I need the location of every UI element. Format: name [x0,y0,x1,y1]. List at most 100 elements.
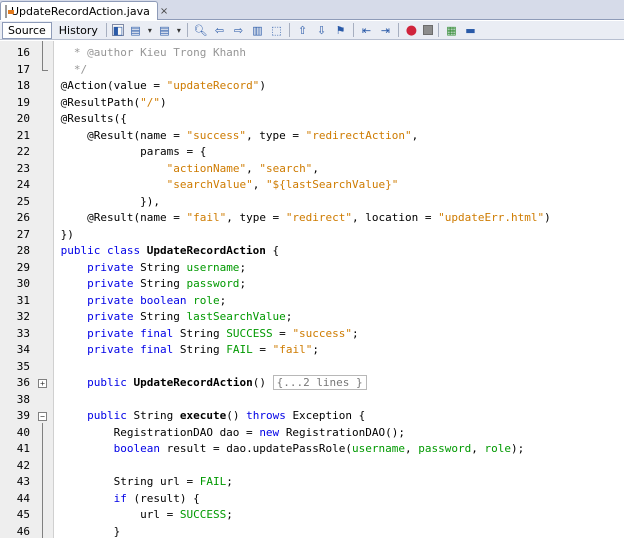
code-token: "success" [292,326,353,340]
line-number: 27 [16,227,30,241]
code-token: , [405,442,419,455]
code-line: RegistrationDAO dao = new RegistrationDA… [54,425,405,442]
code-token: RegistrationDAO(); [285,425,406,439]
toolbar-separator [437,23,439,37]
code-token: ); [511,442,525,455]
line-number: 36 [16,376,30,389]
code-token: = [272,326,293,340]
line-number: 24 [16,178,30,191]
code-token: ; [226,508,233,521]
line-number-gutter: 16 17 18 19 20 21 22 23 24 25 26 27 28 29 30 31 32 33 34 35… [0,41,54,538]
line-number: 19 [16,95,30,109]
next-bookmark-icon[interactable]: ⇩ [314,23,329,38]
last-edit-icon[interactable]: ◧ [111,24,124,37]
code-token: role [484,442,512,455]
code-token: UpdateRecordAction [133,376,253,389]
code-token: username [186,260,240,274]
code-token: SUCCESS [179,508,227,521]
code-token: @Result(name = [54,128,187,142]
code-token: { [265,244,280,257]
code-line: private String lastSearchValue; [54,309,292,326]
code-token: private boolean [54,293,194,307]
code-token: "actionName" [166,161,247,175]
back-dropdown-icon[interactable]: ▾ [146,23,154,38]
code-token: public class [54,244,147,257]
toggle-rectangular-selection-icon[interactable]: ⬚ [269,23,284,38]
back-icon[interactable]: ▤ [128,23,143,38]
collapse-fold-icon[interactable]: − [38,412,47,421]
line-number: 22 [16,145,30,158]
code-token: ; [239,260,247,274]
code-token: () [252,376,273,389]
editor-toolbar: Source History ◧ ▤ ▾ ▤ ▾ 🔍︎ ⇦ ⇨ ▥ ⬚ ⇧ ⇩ … [0,21,624,40]
shift-right-icon[interactable]: ⇥ [378,23,393,38]
line-number: 20 [16,112,30,125]
toolbar-separator [105,23,107,37]
fold-guide-line [42,423,43,538]
line-number: 30 [16,277,30,290]
find-next-icon[interactable]: ⇨ [231,23,246,38]
shift-left-icon[interactable]: ⇤ [359,23,374,38]
code-line: params = { [54,144,206,161]
line-number: 40 [16,425,30,439]
code-token: @Result(name = [54,211,187,224]
line-number: 16 [16,46,30,59]
tab-update-record-action[interactable]: UpdateRecordAction.java × [0,1,168,20]
code-token: , [312,161,319,175]
code-token: private [54,310,141,323]
expand-fold-icon[interactable]: + [38,379,47,388]
code-line: @ResultPath("/") [54,95,167,112]
comment-icon[interactable]: ▦ [444,23,459,38]
code-token: password [418,442,472,455]
code-token: "updateRecord" [166,79,260,92]
collapsed-fold-marker[interactable]: {...2 lines } [272,375,367,390]
code-token: "searchValue" [166,178,253,191]
toggle-bookmark-icon[interactable]: ⚑ [333,23,348,38]
code-line: */ [54,62,87,79]
line-number: 26 [16,211,30,224]
code-token: @Results({ [54,112,127,125]
code-line: }), [54,194,160,211]
uncomment-icon[interactable]: ▬ [463,23,478,38]
toggle-highlight-icon[interactable]: ▥ [250,23,265,38]
code-line: public String execute() throws Exception… [54,408,365,425]
forward-icon[interactable]: ▤ [157,23,172,38]
code-line: private final String FAIL = "fail"; [54,342,319,359]
code-token: "redirect" [285,211,353,224]
forward-dropdown-icon[interactable]: ▾ [175,23,183,38]
stop-macro-icon[interactable] [422,25,433,35]
previous-bookmark-icon[interactable]: ⇧ [295,23,310,38]
find-previous-icon[interactable]: ⇦ [212,23,227,38]
code-token: */ [54,62,88,76]
code-token: private final [54,343,180,356]
line-number: 42 [16,458,30,472]
code-token: = [252,343,273,356]
code-token: @ResultPath( [54,95,141,109]
code-editor[interactable]: * @author Kieu Trong Khanh */ @Action(va… [54,41,624,538]
line-number: 39 [16,409,30,422]
find-icon[interactable]: 🔍︎ [193,23,208,38]
line-number: 21 [16,128,30,142]
code-token: ; [312,343,319,356]
code-token: private final [54,326,180,340]
toolbar-separator [288,23,290,37]
code-token: execute [179,409,227,422]
code-token: url = [54,508,180,521]
history-button[interactable]: History [54,22,103,39]
code-token: String url = [54,475,200,488]
code-token: () [226,409,247,422]
code-token: String [140,310,187,323]
code-token: (result) { [133,491,200,505]
code-token: "/" [140,95,160,109]
source-button[interactable]: Source [2,21,52,39]
code-token: Exception { [292,409,366,422]
tab-label: UpdateRecordAction.java [11,4,150,18]
code-line: private boolean role; [54,293,226,310]
code-line: @Action(value = "updateRecord") [54,78,266,95]
code-line: boolean result = dao.updatePassRole(user… [54,441,525,458]
code-line: "actionName", "search", [54,161,319,178]
start-macro-icon[interactable]: ● [404,23,419,38]
close-tab-icon[interactable]: × [160,6,168,17]
code-token: FAIL [199,475,227,488]
code-token: ; [285,310,293,323]
